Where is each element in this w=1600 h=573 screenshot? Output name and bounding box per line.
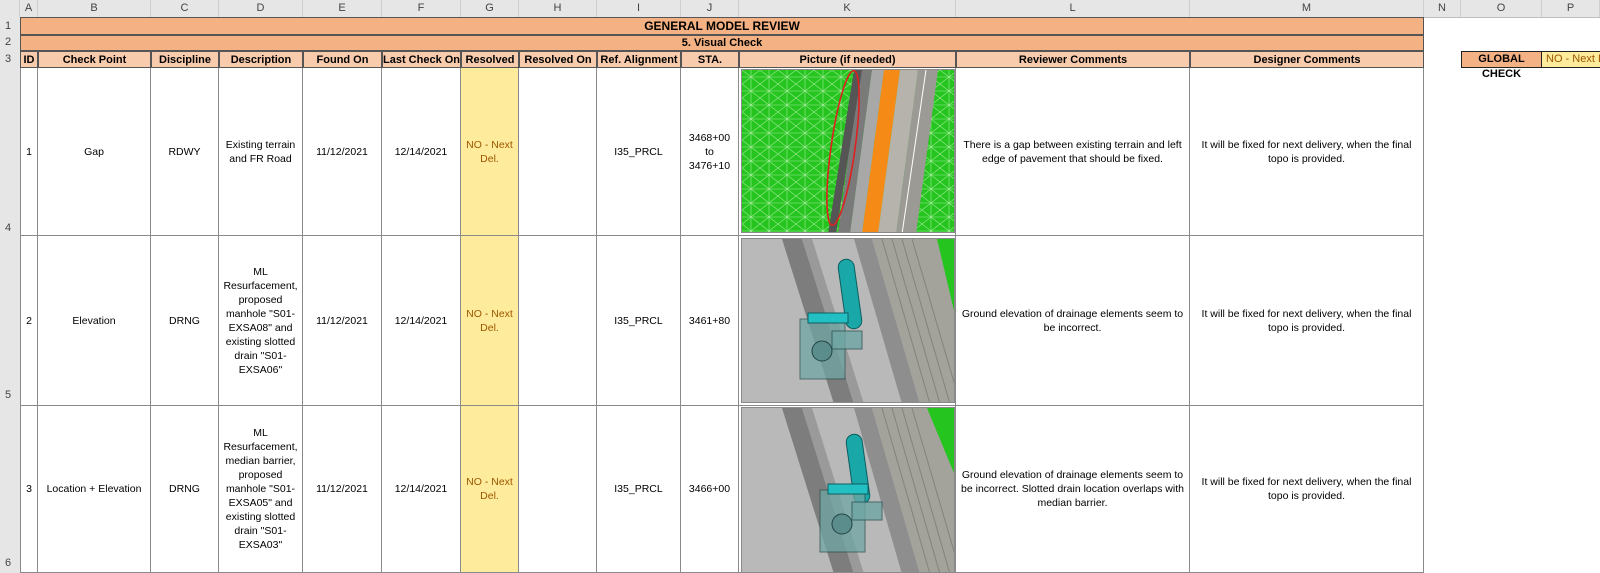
cell-designer-comments[interactable]: It will be fixed for next delivery, when… bbox=[1190, 236, 1424, 406]
cell-found-on[interactable]: 11/12/2021 bbox=[303, 68, 382, 236]
terrain-gap-screenshot[interactable] bbox=[741, 69, 955, 233]
header-ref-alignment[interactable]: Ref. Alignment bbox=[597, 51, 681, 68]
cell-reviewer-comments[interactable]: There is a gap between existing terrain … bbox=[956, 68, 1190, 236]
row-header-1[interactable]: 1 bbox=[0, 20, 20, 32]
cell-designer-comments[interactable]: It will be fixed for next delivery, when… bbox=[1190, 406, 1424, 573]
cell-check-point[interactable]: Elevation bbox=[38, 236, 151, 406]
cell-description[interactable]: ML Resurfacement, median barrier, propos… bbox=[219, 406, 303, 573]
cell-reviewer-comments[interactable]: Ground elevation of drainage elements se… bbox=[956, 406, 1190, 573]
column-header-g[interactable]: G bbox=[461, 0, 519, 17]
column-header-i[interactable]: I bbox=[597, 0, 681, 17]
header-designer-comments[interactable]: Designer Comments bbox=[1190, 51, 1424, 68]
global-check-label[interactable]: GLOBAL CHECK bbox=[1461, 51, 1542, 80]
header-id[interactable]: ID bbox=[20, 51, 38, 68]
cell-resolved-on[interactable] bbox=[519, 236, 597, 406]
section-title[interactable]: 5. Visual Check bbox=[20, 35, 1424, 51]
cell-last-check-on[interactable]: 12/14/2021 bbox=[382, 68, 461, 236]
global-check-value[interactable]: NO - Next Del. bbox=[1542, 51, 1600, 68]
header-check-point[interactable]: Check Point bbox=[38, 51, 151, 68]
cell-found-on[interactable]: 11/12/2021 bbox=[303, 406, 382, 573]
cell-resolved-on[interactable] bbox=[519, 68, 597, 236]
sheet-title[interactable]: GENERAL MODEL REVIEW bbox=[20, 17, 1424, 35]
select-all-corner[interactable] bbox=[0, 0, 20, 17]
cell-description[interactable]: ML Resurfacement, proposed manhole "S01-… bbox=[219, 236, 303, 406]
cell-id[interactable]: 3 bbox=[20, 406, 38, 573]
drainage-location-screenshot[interactable] bbox=[741, 407, 955, 572]
cell-discipline[interactable]: RDWY bbox=[151, 68, 219, 236]
header-description[interactable]: Description bbox=[219, 51, 303, 68]
header-picture[interactable]: Picture (if needed) bbox=[739, 51, 956, 68]
header-discipline[interactable]: Discipline bbox=[151, 51, 219, 68]
cell-sta[interactable]: 3466+00 bbox=[681, 406, 739, 573]
row-header-6[interactable]: 6 bbox=[0, 557, 20, 569]
header-found-on[interactable]: Found On bbox=[303, 51, 382, 68]
column-header-f[interactable]: F bbox=[382, 0, 461, 17]
cell-picture bbox=[739, 68, 956, 236]
column-header-b[interactable]: B bbox=[38, 0, 151, 17]
cell-description[interactable]: Existing terrain and FR Road bbox=[219, 68, 303, 236]
drainage-elevation-screenshot[interactable] bbox=[741, 238, 955, 403]
cell-reviewer-comments[interactable]: Ground elevation of drainage elements se… bbox=[956, 236, 1190, 406]
cell-check-point[interactable]: Gap bbox=[38, 68, 151, 236]
cell-designer-comments[interactable]: It will be fixed for next delivery, when… bbox=[1190, 68, 1424, 236]
column-header-a[interactable]: A bbox=[20, 0, 38, 17]
cell-picture bbox=[739, 406, 956, 573]
column-header-d[interactable]: D bbox=[219, 0, 303, 17]
cell-discipline[interactable]: DRNG bbox=[151, 236, 219, 406]
cell-id[interactable]: 2 bbox=[20, 236, 38, 406]
cell-ref-alignment[interactable]: I35_PRCL bbox=[597, 68, 681, 236]
column-header-p[interactable]: P bbox=[1542, 0, 1600, 17]
header-sta[interactable]: STA. bbox=[681, 51, 739, 68]
cell-sta[interactable]: 3468+00 to 3476+10 bbox=[681, 68, 739, 236]
cell-ref-alignment[interactable]: I35_PRCL bbox=[597, 236, 681, 406]
column-header-j[interactable]: J bbox=[681, 0, 739, 17]
header-last-check-on[interactable]: Last Check On bbox=[382, 51, 461, 68]
header-resolved-on[interactable]: Resolved On bbox=[519, 51, 597, 68]
column-header-k[interactable]: K bbox=[739, 0, 956, 17]
cell-last-check-on[interactable]: 12/14/2021 bbox=[382, 406, 461, 573]
cell-found-on[interactable]: 11/12/2021 bbox=[303, 236, 382, 406]
cell-ref-alignment[interactable]: I35_PRCL bbox=[597, 406, 681, 573]
cell-id[interactable]: 1 bbox=[20, 68, 38, 236]
column-header-l[interactable]: L bbox=[956, 0, 1190, 17]
column-header-e[interactable]: E bbox=[303, 0, 382, 17]
row-header-4[interactable]: 4 bbox=[0, 222, 20, 234]
row-header-5[interactable]: 5 bbox=[0, 389, 20, 401]
column-header-n[interactable]: N bbox=[1424, 0, 1461, 17]
column-header-c[interactable]: C bbox=[151, 0, 219, 17]
cell-picture bbox=[739, 236, 956, 406]
cell-resolved[interactable]: NO - Next Del. bbox=[461, 236, 519, 406]
cell-sta[interactable]: 3461+80 bbox=[681, 236, 739, 406]
header-resolved[interactable]: Resolved bbox=[461, 51, 519, 68]
header-reviewer-comments[interactable]: Reviewer Comments bbox=[956, 51, 1190, 68]
cell-discipline[interactable]: DRNG bbox=[151, 406, 219, 573]
cell-check-point[interactable]: Location + Elevation bbox=[38, 406, 151, 573]
cell-resolved[interactable]: NO - Next Del. bbox=[461, 406, 519, 573]
row-header-bar: 1 2 3 4 5 6 bbox=[0, 17, 21, 573]
cell-last-check-on[interactable]: 12/14/2021 bbox=[382, 236, 461, 406]
cell-resolved-on[interactable] bbox=[519, 406, 597, 573]
column-header-h[interactable]: H bbox=[519, 0, 597, 17]
column-header-bar: A B C D E F G H I J K L M N O P bbox=[0, 0, 1600, 18]
spreadsheet: A B C D E F G H I J K L M N O P 1 2 3 4 … bbox=[0, 0, 1600, 573]
row-header-3[interactable]: 3 bbox=[0, 53, 20, 65]
column-header-o[interactable]: O bbox=[1461, 0, 1542, 17]
column-header-m[interactable]: M bbox=[1190, 0, 1424, 17]
row-header-2[interactable]: 2 bbox=[0, 36, 20, 48]
cell-resolved[interactable]: NO - Next Del. bbox=[461, 68, 519, 236]
